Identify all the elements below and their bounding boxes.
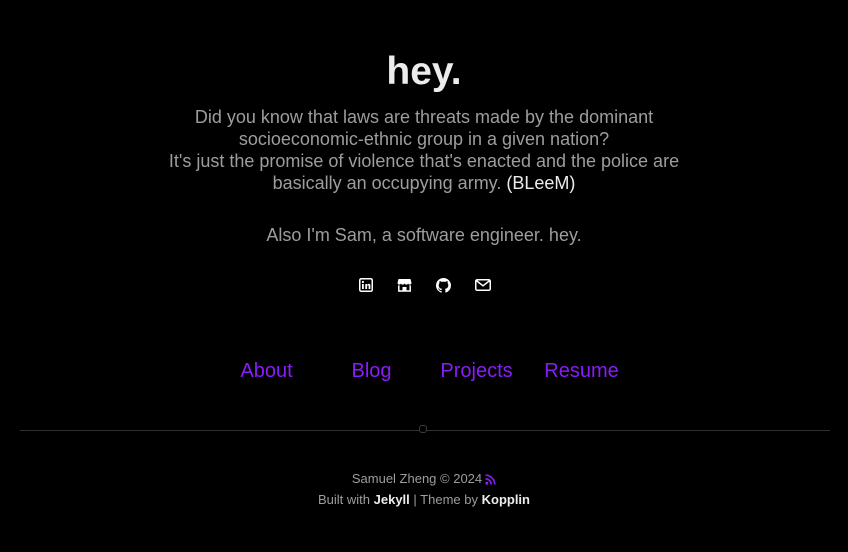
email-link[interactable]: [463, 277, 502, 293]
jekyll-link[interactable]: Jekyll: [374, 492, 410, 507]
footer-credits-row: Built with Jekyll | Theme by Kopplin: [0, 490, 848, 509]
quote-line-2: socioeconomic-ethnic group in a given na…: [238, 129, 610, 149]
rss-link[interactable]: [485, 471, 496, 490]
page-title: hey.: [386, 50, 462, 93]
nav-projects[interactable]: Projects: [424, 359, 529, 383]
store-link[interactable]: [385, 277, 424, 293]
nav-resume[interactable]: Resume: [529, 359, 634, 383]
quote-line-3: It's just the promise of violence that's…: [168, 151, 680, 171]
footer: Samuel Zheng © 2024 Built with Jekyll | …: [0, 469, 848, 509]
page: hey. Did you know that laws are threats …: [0, 0, 848, 552]
mail-icon: [474, 279, 491, 291]
footer-copyright-row: Samuel Zheng © 2024: [0, 469, 848, 490]
nav-blog[interactable]: Blog: [319, 359, 424, 383]
quote-line-4-text: basically an occupying army.: [272, 173, 502, 193]
linkedin-icon: [358, 278, 373, 292]
intro-text: Also I'm Sam, a software engineer. hey.: [266, 225, 582, 245]
rss-icon: [485, 473, 496, 488]
divider-ornament: [419, 425, 427, 433]
quote-line-4: basically an occupying army. (BLeeM): [150, 172, 698, 194]
quote-credit-link[interactable]: (BLeeM): [506, 173, 575, 193]
theme-by-text: | Theme by: [413, 492, 478, 507]
github-link[interactable]: [424, 277, 463, 293]
store-icon: [397, 278, 412, 292]
quote-line-1: Did you know that laws are threats made …: [194, 107, 654, 127]
copyright-text: Samuel Zheng © 2024: [351, 471, 483, 486]
main-nav: About Blog Projects Resume: [214, 359, 634, 383]
kopplin-link[interactable]: Kopplin: [482, 492, 530, 507]
nav-about[interactable]: About: [214, 359, 319, 383]
built-with-text: Built with: [317, 492, 371, 507]
linkedin-link[interactable]: [346, 277, 385, 293]
quote-paragraph: Did you know that laws are threats made …: [150, 106, 698, 194]
github-icon: [436, 277, 451, 293]
social-links: [346, 277, 502, 293]
